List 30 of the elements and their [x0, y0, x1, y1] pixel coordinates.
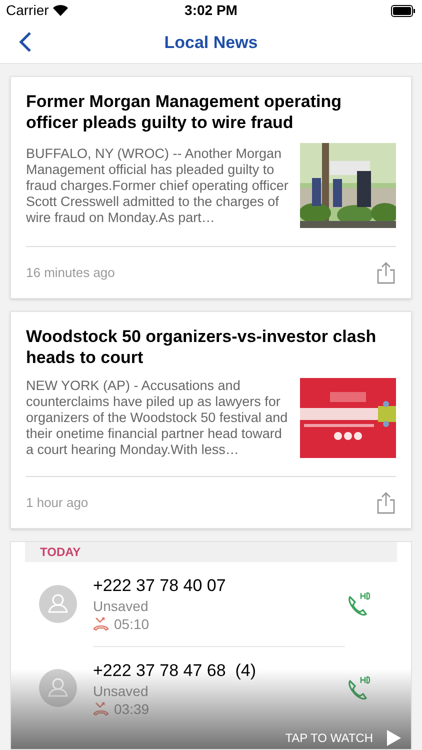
headline: Former Morgan Management operating officer pleads guilty to wire fraud: [26, 91, 342, 134]
missed-call-icon: [93, 617, 109, 632]
missed-call-icon: [93, 702, 109, 716]
call-duration: 05:10: [114, 615, 150, 634]
timestamp: 1 hour ago: [26, 494, 88, 512]
play-icon: [387, 730, 401, 746]
phone-number: +222 37 78 40 07: [93, 575, 227, 598]
share-icon[interactable]: [376, 492, 396, 514]
back-icon[interactable]: [18, 31, 32, 54]
timestamp: 16 minutes ago: [26, 264, 115, 282]
call-duration: 03:39: [114, 700, 150, 718]
summary: BUFFALO, NY (WROC) -- Another Morgan Management official has pleaded guilty to fraud charges.Former chief operating officer Scott Cresswell admitted to the charges of wire fraud on Monday.As part…: [26, 146, 290, 226]
phone-number: +222 37 78 47 68 (4): [93, 660, 258, 682]
battery-icon: [391, 4, 416, 17]
news-card[interactable]: [10, 76, 412, 300]
nav-title: Local News: [164, 32, 258, 54]
section-header: TODAY: [25, 542, 397, 562]
carrier-label: Carrier: [6, 1, 49, 20]
tap-to-watch-button[interactable]: TAP TO WATCH: [285, 728, 401, 747]
avatar-icon: [39, 585, 77, 624]
contact-label: Unsaved: [93, 597, 150, 616]
news-card[interactable]: [10, 311, 412, 530]
wifi-icon: [52, 5, 68, 16]
headline: Woodstock 50 organizers-vs-investor clash heads to court: [26, 326, 378, 368]
summary: NEW YORK (AP) - Accusations and counterclaims have piled up as lawyers for organizers of the Woodstock 50 festival and their onetime financial partner head toward a court hearing Monday.With less…: [26, 378, 289, 458]
clock: 3:02 PM: [184, 1, 238, 20]
video-ad[interactable]: TODAY +222 37 78 40 07 Unsaved 05:10 +222 37 78 47 68 (4) Unsaved 03:39 TAP TO WATCH: [10, 541, 412, 750]
contact-label: Unsaved: [93, 682, 150, 700]
avatar-icon: [39, 669, 77, 708]
share-icon[interactable]: [376, 262, 396, 284]
